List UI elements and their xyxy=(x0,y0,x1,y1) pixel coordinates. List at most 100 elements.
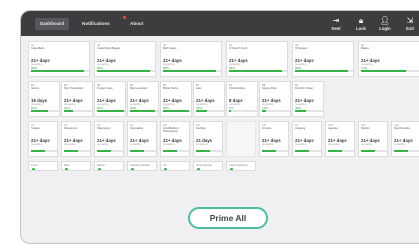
stock-bar-fill xyxy=(229,110,231,112)
login-button[interactable]: 👤︎ Login xyxy=(376,15,394,35)
card-name: Blister Packs xyxy=(163,87,178,90)
status-dot-icon xyxy=(65,168,68,170)
status-dot-icon xyxy=(230,168,233,170)
supply-card[interactable]: B3 Oxygen Caps 21+ days remaining 96% xyxy=(94,81,126,117)
login-label: Login xyxy=(379,26,391,31)
user-icon: 👤︎ xyxy=(379,16,391,25)
tab-notifications[interactable]: Notifications xyxy=(82,18,110,30)
supply-card[interactable]: B4 Bite Laceration 21+ days remaining 90% xyxy=(127,81,159,117)
supply-card[interactable]: C10 Capsule 21+ days remaining xyxy=(325,121,355,157)
card-name: Sprays Pack xyxy=(262,87,277,90)
supply-card[interactable]: A6 Blades 21+ days remaining 77% xyxy=(358,41,419,77)
stock-bar-fill xyxy=(163,110,189,112)
app-window: Dashboard Notifications About ⇥ Dest 🔒︎ … xyxy=(20,10,419,244)
supply-card[interactable]: C6 Sterilizer 21 days remaining xyxy=(193,121,223,157)
card-name: Chlorhexidine xyxy=(229,87,245,90)
supply-card[interactable]: A4 IV Drain Tube & 21+ days remaining 99% xyxy=(226,41,288,77)
supply-card[interactable]: C2 Sharpeners 21+ days remaining xyxy=(61,121,91,157)
supply-card[interactable]: C3 Sharpeners 21+ days remaining xyxy=(94,121,124,157)
stock-bar xyxy=(130,110,158,112)
supply-card[interactable]: B9 Fluid Dry Sheet 21+ days remaining 40% xyxy=(292,81,324,117)
supply-card[interactable]: A1 Clean Beds 21+ days remaining 99% xyxy=(28,41,90,77)
card-name: Vinyl Vaginals xyxy=(196,164,213,167)
supply-card[interactable]: C8 Forceps 21+ days remaining xyxy=(259,121,289,157)
supply-card[interactable]: C12 Fluid Needles 21+ days remaining xyxy=(391,121,419,157)
card-name: Blades xyxy=(361,47,369,50)
stock-bar-fill xyxy=(97,150,111,152)
supply-card[interactable]: Operating Masks xyxy=(127,161,157,171)
card-name: Anti-Bradbury Photographs xyxy=(163,127,179,133)
stock-bar-fill xyxy=(97,110,124,112)
supply-card[interactable]: Vinyl Vaginals xyxy=(193,161,223,171)
supply-card[interactable]: B8 Sprays Pack 21+ days remaining 14% xyxy=(259,81,291,117)
card-status: remaining xyxy=(130,143,142,146)
stock-bar xyxy=(97,110,125,112)
card-name: Disposable xyxy=(130,127,143,130)
card-name: Pacifier xyxy=(361,127,370,130)
stock-bar xyxy=(361,70,419,72)
supply-card[interactable]: A5 ID Stopper 21+ days remaining 99% xyxy=(292,41,354,77)
top-navigation-bar: Dashboard Notifications About ⇥ Dest 🔒︎ … xyxy=(21,11,419,36)
card-name: Oxygen Caps xyxy=(97,87,113,90)
card-status: remaining xyxy=(262,143,274,146)
lock-icon: 🔒︎ xyxy=(358,16,364,25)
card-name: Bite Laceration xyxy=(130,87,148,90)
stock-bar-fill xyxy=(295,150,309,152)
stock-bar-fill xyxy=(196,110,207,112)
supply-card[interactable]: C5 Anti-Bradbury Photographs 21+ days remai… xyxy=(160,121,190,157)
stock-bar xyxy=(229,110,257,112)
supply-card[interactable]: Cable Appliance xyxy=(226,161,256,171)
dest-button[interactable]: ⇥ Dest xyxy=(327,15,345,35)
stock-bar xyxy=(262,150,288,152)
stock-bar-fill xyxy=(31,70,84,72)
stock-bar xyxy=(328,150,354,152)
card-status: remaining xyxy=(64,143,76,146)
supply-card[interactable]: C11 Pacifier 21+ days remaining xyxy=(358,121,388,157)
card-name: Sharpeners xyxy=(64,127,78,130)
stock-bar xyxy=(163,70,221,72)
stock-bar-fill xyxy=(361,150,375,152)
supply-card[interactable]: Jar xyxy=(160,161,190,171)
card-name: Jar xyxy=(163,164,167,167)
card-name: Cable Appliance xyxy=(229,164,248,167)
card-name: Capsule xyxy=(328,127,338,130)
supply-card[interactable]: Basket xyxy=(94,161,124,171)
card-name: Dress xyxy=(31,164,38,167)
tab-dashboard[interactable]: Dashboard xyxy=(35,18,69,30)
supply-card[interactable]: B2 Pain Tranquilizer 21+ days remaining 33% xyxy=(61,81,93,117)
stock-bar-fill xyxy=(262,110,266,112)
supply-card[interactable]: Dress xyxy=(28,161,58,171)
supply-card[interactable]: Mats xyxy=(61,161,91,171)
card-name: Cleaning xyxy=(295,127,306,130)
card-status: remaining xyxy=(295,143,307,146)
stock-bar-fill xyxy=(31,110,48,112)
supply-card[interactable]: C1 Scalpel 21+ days remaining xyxy=(28,121,58,157)
lock-button[interactable]: 🔒︎ Lock xyxy=(352,15,370,35)
stock-bar-fill xyxy=(295,110,306,112)
supply-card[interactable]: B5 Blister Packs 21+ days remaining 93% xyxy=(160,81,192,117)
stock-bar xyxy=(394,150,419,152)
supply-card[interactable]: C9 Cleaning 21+ days remaining xyxy=(292,121,322,157)
stock-bar-fill xyxy=(328,150,342,152)
supply-card[interactable]: B1 Gloves 15 days remaining 62% xyxy=(28,81,60,117)
stock-bar-fill xyxy=(229,70,282,72)
prime-all-button[interactable]: Prime All xyxy=(188,207,268,229)
stock-bar xyxy=(196,110,224,112)
card-name: Gloves xyxy=(31,87,40,90)
tab-about[interactable]: About xyxy=(130,18,143,30)
supply-card[interactable]: B6 Gels 21+ days remaining 38% xyxy=(193,81,225,117)
card-name: Sharpeners xyxy=(97,127,111,130)
stock-bar-fill xyxy=(163,70,216,72)
card-name: Clean Beds xyxy=(31,47,45,50)
card-name: IV Drain Tube & xyxy=(229,47,248,50)
supply-card[interactable] xyxy=(226,121,256,157)
card-status: remaining xyxy=(361,143,373,146)
supply-card[interactable]: C4 Disposable 21+ days remaining xyxy=(127,121,157,157)
supply-card[interactable]: B7 Chlorhexidine 8 days remaining 7% xyxy=(226,81,258,117)
exit-button[interactable]: ⇲ Exit xyxy=(401,15,419,35)
supply-card[interactable]: A3 Bath Soaps 21+ days remaining 99% xyxy=(160,41,222,77)
stock-bar xyxy=(130,150,156,152)
exit-label: Exit xyxy=(406,26,414,31)
supply-card[interactable]: A2 Coded Stool Buggie 21+ days remaining 99% xyxy=(94,41,156,77)
card-name: Scalpel xyxy=(31,127,40,130)
